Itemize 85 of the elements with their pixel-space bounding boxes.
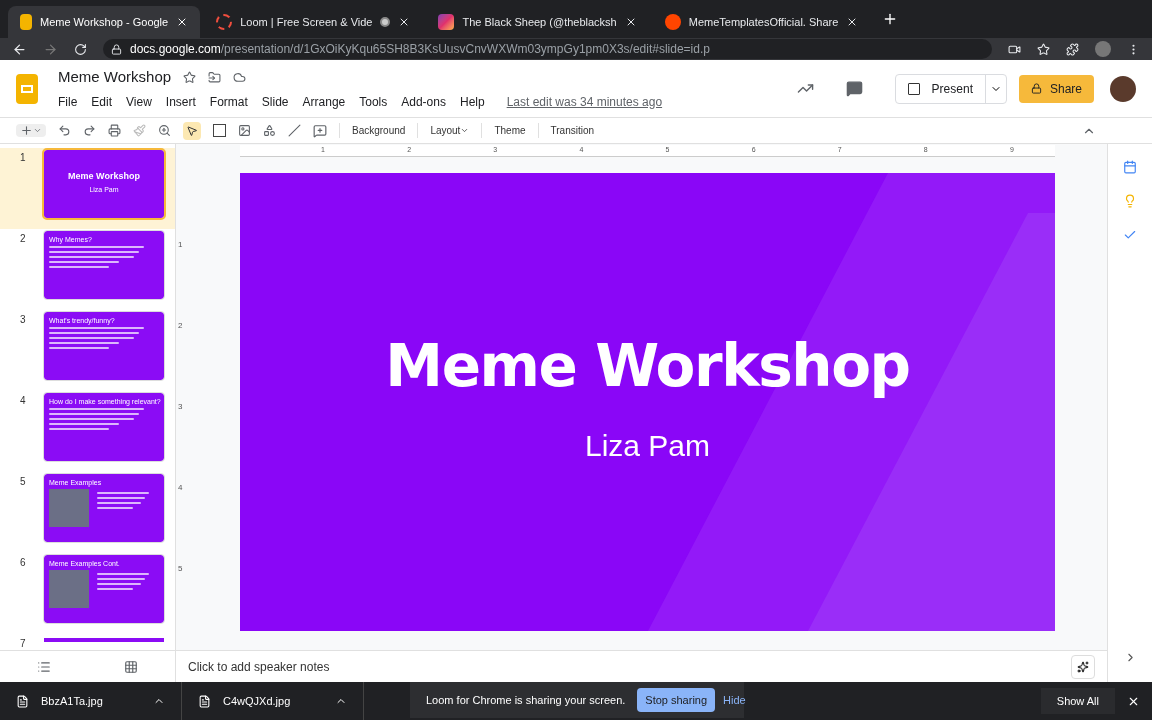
tab-title: Loom | Free Screen & Vide: [240, 14, 373, 30]
vertical-ruler: 1 2 3 4 5: [178, 238, 184, 576]
menu-item[interactable]: Format: [209, 92, 248, 111]
forward-icon[interactable]: [43, 41, 58, 57]
tab-title: The Black Sheep (@theblacksh: [462, 14, 617, 30]
sharing-message: Loom for Chrome is sharing your screen.: [426, 692, 626, 708]
star-icon[interactable]: [183, 71, 197, 84]
menu-item[interactable]: View: [126, 92, 152, 111]
menu-item[interactable]: Help: [459, 92, 485, 111]
slide-number: 6: [20, 556, 27, 570]
document-title[interactable]: Meme Workshop: [58, 66, 172, 89]
download-item[interactable]: BbzA1Ta.jpg: [0, 682, 182, 720]
file-icon: [198, 694, 211, 708]
download-item[interactable]: C4wQJXd.jpg: [182, 682, 364, 720]
reload-icon[interactable]: [74, 42, 87, 56]
line-icon[interactable]: [288, 124, 301, 137]
comment-icon[interactable]: [845, 80, 863, 97]
tab-title: Meme Workshop - Google: [40, 14, 169, 30]
last-edit-link[interactable]: Last edit was 34 minutes ago: [506, 92, 663, 111]
slide-thumbnail[interactable]: [44, 638, 164, 642]
file-name: BbzA1Ta.jpg: [41, 693, 104, 709]
photo-placeholder: [49, 489, 89, 527]
select-tool-button[interactable]: [183, 121, 201, 140]
file-icon: [16, 694, 29, 708]
menu-item[interactable]: File: [58, 92, 78, 111]
slide-number: 7: [20, 637, 27, 650]
slides-icon: [20, 14, 32, 30]
slide-canvas[interactable]: Meme Workshop Liza Pam: [240, 173, 1055, 631]
menu-item[interactable]: Add-ons: [401, 92, 446, 111]
undo-icon[interactable]: [58, 124, 71, 137]
browser-tab[interactable]: The Black Sheep (@theblacksh: [426, 6, 649, 38]
avatar-icon[interactable]: [1110, 75, 1136, 102]
shapes-icon[interactable]: [263, 124, 276, 137]
plus-icon: [20, 124, 33, 137]
url-text: docs.google.com/presentation/d/1GxOiKyKqu65SH8B3KsUusvCnvWXWm03ympGy1pm0X3s/edit#slide=id.p: [130, 41, 710, 58]
back-icon[interactable]: [12, 41, 27, 57]
explore-button[interactable]: [1071, 654, 1095, 679]
address-bar[interactable]: docs.google.com/presentation/d/1GxOiKyKqu65SH8B3KsUusvCnvWXWm03ympGy1pm0X3s/edit#slide=id.p: [103, 39, 992, 59]
text-box-icon[interactable]: [213, 124, 226, 137]
toolbar-button[interactable]: Background: [339, 123, 406, 138]
browser-tab[interactable]: Meme Workshop - Google: [8, 6, 201, 38]
slide-number: 2: [20, 232, 27, 246]
extensions-icon[interactable]: [1066, 42, 1079, 56]
grid-view-icon[interactable]: [124, 659, 139, 674]
zoom-icon[interactable]: [158, 124, 171, 137]
photo-placeholder: [49, 570, 89, 608]
toolbar-button[interactable]: Transition: [537, 123, 595, 138]
menu-item[interactable]: Insert: [165, 92, 196, 111]
caret-icon: [33, 126, 42, 135]
show-all-button[interactable]: Show All: [1040, 688, 1115, 714]
share-button[interactable]: Share: [1018, 74, 1094, 103]
redo-icon[interactable]: [83, 124, 96, 137]
thumbnail-title: Meme Workshop: [68, 172, 140, 182]
image-icon[interactable]: [238, 124, 251, 137]
tab-title: MemeTemplatesOfficial. Share: [688, 14, 839, 30]
menu-item[interactable]: Tools: [359, 92, 388, 111]
menu-item[interactable]: Edit: [91, 92, 113, 111]
lock-icon: [1030, 83, 1042, 94]
calendar-icon[interactable]: [1123, 160, 1137, 174]
print-icon[interactable]: [108, 124, 121, 137]
slide-number: 4: [20, 394, 27, 408]
menu-item[interactable]: Slide: [261, 92, 289, 111]
bullet-lines-drawing: [97, 570, 149, 590]
folder-icon[interactable]: [208, 71, 222, 84]
check-icon[interactable]: [1123, 228, 1137, 242]
stop-sharing-button[interactable]: Stop sharing: [637, 688, 716, 712]
lock-icon: [111, 43, 122, 55]
new-slide-button[interactable]: [16, 124, 46, 137]
cloud-icon[interactable]: [233, 71, 247, 84]
file-name: C4wQJXd.jpg: [223, 693, 292, 709]
browser-tab[interactable]: MemeTemplatesOfficial. Share: [652, 6, 871, 38]
cursor-icon: [186, 124, 198, 137]
sparkle-icon: [1077, 660, 1089, 673]
toolbar-button[interactable]: Theme: [481, 123, 526, 138]
browser-tab[interactable]: Loom | Free Screen & Vide: [204, 6, 423, 38]
toolbar-button[interactable]: Layout: [417, 123, 470, 138]
add-comment-icon[interactable]: [313, 123, 327, 138]
slide-number: 5: [20, 475, 27, 489]
bullet-lines-drawing: [97, 489, 149, 509]
menu-item[interactable]: Arrange: [302, 92, 346, 111]
slide-number: 1: [20, 151, 27, 165]
hide-button[interactable]: Hide: [723, 691, 746, 709]
list-view-icon[interactable]: [36, 659, 51, 674]
slide-number: 3: [20, 313, 27, 327]
slide-subtitle: Liza Pam: [584, 427, 711, 464]
